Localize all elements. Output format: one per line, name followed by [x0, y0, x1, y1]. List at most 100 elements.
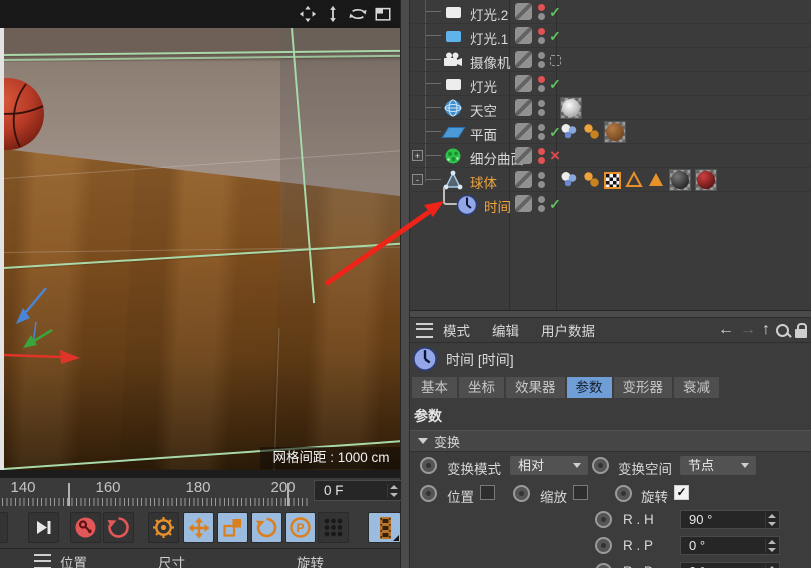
- keyframe-selection-icon[interactable]: [148, 512, 179, 543]
- object-row[interactable]: 时间: [410, 187, 811, 216]
- keyframe-circle[interactable]: [595, 563, 612, 568]
- enable-toggle[interactable]: [546, 24, 564, 48]
- layer-chip[interactable]: [515, 99, 532, 116]
- expand-toggle[interactable]: +: [412, 150, 423, 161]
- layer-chip[interactable]: [515, 171, 532, 188]
- enable-toggle[interactable]: [546, 72, 564, 96]
- red-material-tag[interactable]: [695, 169, 717, 191]
- light-icon[interactable]: [443, 74, 463, 94]
- object-row[interactable]: 平面: [410, 120, 811, 144]
- spinner[interactable]: [765, 539, 777, 553]
- key-parameter-icon[interactable]: P: [285, 512, 316, 543]
- tab-parameter[interactable]: 参数: [566, 377, 612, 398]
- render-visibility-dot[interactable]: [538, 37, 545, 44]
- position-checkbox[interactable]: [480, 485, 495, 500]
- menu-edit[interactable]: 编辑: [492, 320, 519, 340]
- object-name[interactable]: 时间: [484, 196, 511, 216]
- viewport-3d-scene[interactable]: 网格间距 : 1000 cm: [4, 28, 400, 470]
- editor-visibility-dot[interactable]: [538, 100, 545, 107]
- transform-group-header[interactable]: 变换: [410, 430, 811, 452]
- editor-visibility-dot[interactable]: [538, 4, 545, 11]
- object-row[interactable]: 灯光: [410, 72, 811, 96]
- smoothing-tag[interactable]: [582, 170, 600, 191]
- autokey-icon[interactable]: [103, 512, 134, 543]
- layer-chip[interactable]: [515, 147, 532, 164]
- render-visibility-dot[interactable]: [538, 157, 545, 164]
- axis-gizmo[interactable]: [4, 278, 114, 373]
- light-icon[interactable]: [443, 2, 463, 22]
- object-row[interactable]: + 细分曲面: [410, 144, 811, 168]
- render-visibility-dot[interactable]: [538, 13, 545, 20]
- transform-space-select[interactable]: 节点: [680, 456, 756, 475]
- phong-tag[interactable]: [560, 170, 578, 191]
- render-visibility-dot[interactable]: [538, 133, 545, 140]
- rotation-checkbox[interactable]: [674, 485, 689, 500]
- editor-visibility-dot[interactable]: [538, 196, 545, 203]
- toggle-view-icon[interactable]: [374, 5, 392, 23]
- tab-basic[interactable]: 基本: [412, 377, 457, 398]
- dolly-icon[interactable]: [324, 5, 342, 23]
- keyframe-circle[interactable]: [420, 485, 437, 502]
- key-position-icon[interactable]: [183, 512, 214, 543]
- rp-input[interactable]: 0 °: [680, 536, 780, 555]
- sky-texture-tag[interactable]: [560, 97, 582, 119]
- tab-coordinates[interactable]: 坐标: [459, 377, 504, 398]
- edge-button[interactable]: [0, 512, 8, 543]
- forward-arrow-icon[interactable]: →: [740, 320, 756, 340]
- menu-icon[interactable]: [34, 554, 51, 568]
- rh-input[interactable]: 90 °: [680, 510, 780, 529]
- spinner[interactable]: [765, 513, 777, 527]
- enable-toggle[interactable]: [546, 0, 564, 24]
- up-arrow-icon[interactable]: ↑: [762, 320, 770, 340]
- render-visibility-dot[interactable]: [538, 181, 545, 188]
- tab-deformer[interactable]: 变形器: [613, 377, 672, 398]
- scale-checkbox[interactable]: [573, 485, 588, 500]
- editor-visibility-dot[interactable]: [538, 28, 545, 35]
- clock-icon[interactable]: [456, 194, 478, 216]
- editor-visibility-dot[interactable]: [538, 76, 545, 83]
- triangle-outline-tag[interactable]: [625, 170, 643, 191]
- key-pla-icon[interactable]: [318, 512, 349, 543]
- rb-input[interactable]: 0 °: [680, 562, 780, 568]
- black-material-tag[interactable]: [669, 169, 691, 191]
- orbit-icon[interactable]: [349, 5, 367, 23]
- layer-chip[interactable]: [515, 27, 532, 44]
- layer-chip[interactable]: [515, 51, 532, 68]
- spinner[interactable]: [387, 484, 399, 498]
- record-keyframe-icon[interactable]: [70, 512, 101, 543]
- checker-tag[interactable]: [604, 171, 621, 189]
- triangle-solid-tag[interactable]: [647, 170, 665, 191]
- current-frame-input[interactable]: 0 F: [314, 480, 402, 501]
- object-name[interactable]: 灯光.1: [470, 28, 508, 48]
- subdivision-icon[interactable]: [443, 146, 463, 166]
- render-visibility-dot[interactable]: [538, 109, 545, 116]
- render-visibility-dot[interactable]: [538, 85, 545, 92]
- editor-visibility-dot[interactable]: [538, 148, 545, 155]
- object-name[interactable]: 平面: [470, 124, 497, 144]
- layer-chip[interactable]: [515, 3, 532, 20]
- wood-texture-tag[interactable]: [604, 121, 626, 143]
- back-arrow-icon[interactable]: ←: [718, 320, 734, 340]
- keyframe-circle[interactable]: [595, 511, 612, 528]
- tab-falloff[interactable]: 衰减: [674, 377, 719, 398]
- transform-mode-select[interactable]: 相对: [510, 456, 588, 475]
- horizontal-splitter[interactable]: [410, 310, 811, 318]
- keyframe-circle[interactable]: [420, 457, 437, 474]
- object-name[interactable]: 摄像机: [470, 52, 511, 72]
- search-icon[interactable]: [776, 323, 789, 337]
- editor-visibility-dot[interactable]: [538, 52, 545, 59]
- menu-mode[interactable]: 模式: [443, 320, 470, 340]
- key-scale-icon[interactable]: [217, 512, 248, 543]
- goto-next-key-icon[interactable]: [28, 512, 59, 543]
- render-visibility-dot[interactable]: [538, 205, 545, 212]
- lock-icon[interactable]: [795, 323, 807, 338]
- area-light-icon[interactable]: [443, 26, 463, 46]
- expand-toggle[interactable]: -: [412, 174, 423, 185]
- layer-chip[interactable]: [515, 75, 532, 92]
- render-visibility-dot[interactable]: [538, 61, 545, 68]
- object-row[interactable]: 天空: [410, 96, 811, 120]
- key-rotation-icon[interactable]: [251, 512, 282, 543]
- plane-icon[interactable]: [441, 122, 465, 142]
- object-name[interactable]: 灯光.2: [470, 4, 508, 24]
- keyframe-circle[interactable]: [615, 485, 632, 502]
